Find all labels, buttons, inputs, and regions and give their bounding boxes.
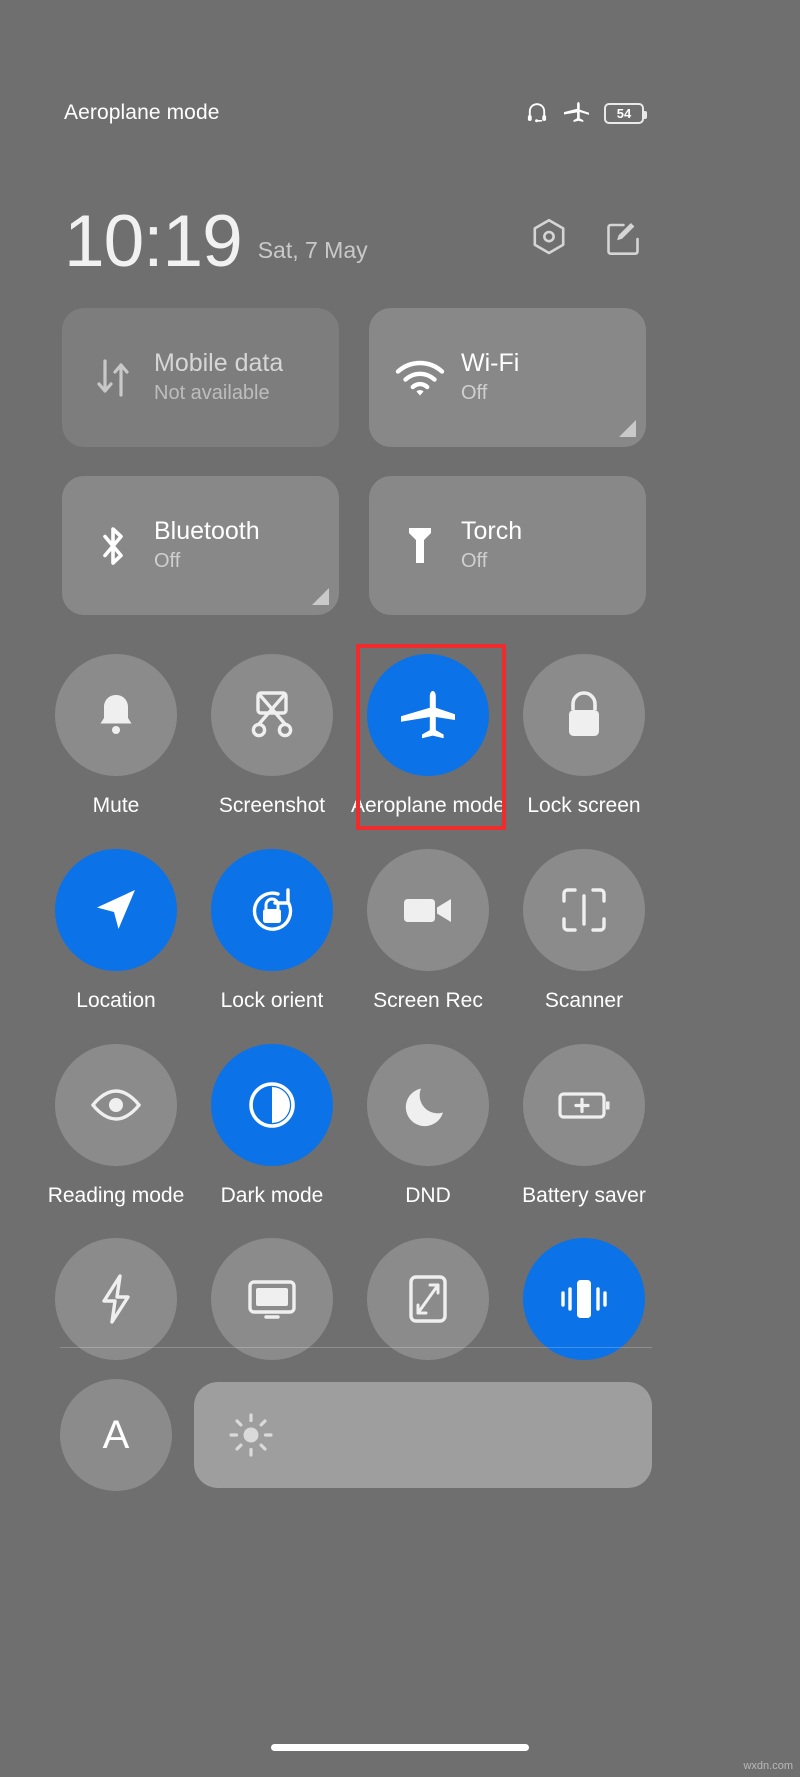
tile-title: Mobile data xyxy=(154,348,284,377)
brightness-slider[interactable] xyxy=(194,1382,652,1488)
watermark: wxdn.com xyxy=(743,1760,793,1772)
tile-subtitle: Off xyxy=(154,550,181,573)
padlock-icon xyxy=(562,688,606,742)
toggle-bubble[interactable] xyxy=(55,654,177,776)
headphones-icon xyxy=(525,101,549,125)
quick-settings-panel: Aeroplane mode 54 10:19 Sat, 7 May Mobil… xyxy=(0,0,800,1777)
toggle-reading-mode[interactable]: Reading mode xyxy=(38,1038,194,1233)
toggle-bubble[interactable] xyxy=(523,849,645,971)
tile-title: Bluetooth xyxy=(154,516,260,545)
screenshot-icon xyxy=(245,687,299,743)
battery-level: 54 xyxy=(616,105,632,121)
vibration-icon xyxy=(556,1273,612,1325)
resize-screen-icon xyxy=(405,1272,451,1326)
toggle-label: Screen Rec xyxy=(373,989,483,1012)
eye-icon xyxy=(87,1085,145,1125)
toggle-label: Scanner xyxy=(544,989,624,1012)
toggle-aeroplane-mode[interactable]: Aeroplane mode xyxy=(350,644,506,843)
scan-frame-icon xyxy=(558,884,610,936)
toggle-screen-rec[interactable]: Screen Rec xyxy=(350,843,506,1038)
section-divider xyxy=(60,1347,652,1348)
toggle-bubble[interactable] xyxy=(55,849,177,971)
toggle-bubble[interactable] xyxy=(367,1238,489,1360)
tile-bluetooth[interactable]: Bluetooth Off xyxy=(62,476,339,615)
toggle-bubble[interactable] xyxy=(55,1238,177,1360)
toggle-label: Screenshot xyxy=(218,794,326,817)
tile-title: Torch xyxy=(461,516,523,545)
toggle-battery-saver[interactable]: Battery saver xyxy=(506,1038,662,1233)
toggle-mute[interactable]: Mute xyxy=(38,648,194,843)
tile-subtitle: Not available xyxy=(154,382,270,405)
toggle-label: Reading mode xyxy=(47,1184,185,1207)
bluetooth-icon xyxy=(86,522,140,570)
clock-time[interactable]: 10:19 xyxy=(64,204,243,277)
toggle-label: Location xyxy=(76,989,156,1012)
toggle-bubble[interactable] xyxy=(523,654,645,776)
toggle-bubble[interactable] xyxy=(367,1044,489,1166)
toggle-label: Lock screen xyxy=(527,794,641,817)
torch-icon xyxy=(393,522,447,570)
data-transfer-icon xyxy=(86,355,140,401)
status-bar-title: Aeroplane mode xyxy=(64,101,220,124)
home-indicator[interactable] xyxy=(271,1744,529,1751)
toggle-bubble[interactable] xyxy=(211,1238,333,1360)
status-bar: Aeroplane mode 54 xyxy=(0,88,706,138)
toggle-label: Mute xyxy=(92,794,140,817)
toggle-dnd[interactable]: DND xyxy=(350,1038,506,1233)
toggle-bubble[interactable] xyxy=(367,654,489,776)
moon-icon xyxy=(403,1079,453,1131)
contrast-circle-icon xyxy=(245,1078,299,1132)
hexagon-settings-icon[interactable] xyxy=(530,218,568,260)
clock-actions xyxy=(530,218,642,260)
tile-expand-corner[interactable] xyxy=(619,420,636,437)
cast-screen-icon xyxy=(244,1275,300,1323)
tile-torch[interactable]: Torch Off xyxy=(369,476,646,615)
toggle-bubble[interactable] xyxy=(55,1044,177,1166)
tile-subtitle: Off xyxy=(461,382,488,405)
clock-row: 10:19 Sat, 7 May xyxy=(64,180,642,278)
airplane-icon xyxy=(563,101,590,125)
edit-pencil-icon[interactable] xyxy=(604,219,642,259)
bell-mute-icon xyxy=(91,688,141,742)
wifi-icon xyxy=(393,358,447,398)
toggle-bubble[interactable] xyxy=(523,1238,645,1360)
brightness-row: A xyxy=(60,1379,652,1491)
toggle-bubble[interactable] xyxy=(523,1044,645,1166)
toggle-location[interactable]: Location xyxy=(38,843,194,1038)
toggle-bubble[interactable] xyxy=(211,1044,333,1166)
tile-wifi[interactable]: Wi-Fi Off xyxy=(369,308,646,447)
lightning-bolt-icon xyxy=(96,1271,136,1327)
airplane-icon xyxy=(399,688,457,742)
battery-plus-icon xyxy=(555,1085,613,1125)
toggle-bubble[interactable] xyxy=(211,849,333,971)
toggle-lock-orientation[interactable]: Lock orient xyxy=(194,843,350,1038)
tile-mobile-data[interactable]: Mobile data Not available xyxy=(62,308,339,447)
tile-title: Wi-Fi xyxy=(461,348,520,377)
battery-icon: 54 xyxy=(604,102,647,124)
auto-brightness-button[interactable]: A xyxy=(60,1379,172,1491)
tile-subtitle: Off xyxy=(461,550,488,573)
toggle-lock-screen[interactable]: Lock screen xyxy=(506,648,662,843)
sun-brightness-icon xyxy=(228,1412,274,1458)
toggle-dark-mode[interactable]: Dark mode xyxy=(194,1038,350,1233)
rotation-lock-icon xyxy=(244,882,300,938)
camcorder-icon xyxy=(400,890,456,930)
status-bar-icons: 54 xyxy=(525,101,647,125)
toggle-grid: Mute Screenshot Aeroplane mode Lock scre… xyxy=(38,644,668,1233)
toggle-label: Dark mode xyxy=(220,1184,324,1207)
toggle-label: Battery saver xyxy=(522,1184,646,1207)
tile-grid: Mobile data Not available Wi-Fi Off Blue… xyxy=(62,308,646,615)
toggle-label: Lock orient xyxy=(220,989,324,1012)
tile-expand-corner[interactable] xyxy=(312,588,329,605)
toggle-bubble[interactable] xyxy=(211,654,333,776)
toggle-bubble[interactable] xyxy=(367,849,489,971)
location-arrow-icon xyxy=(90,884,142,936)
toggle-screenshot[interactable]: Screenshot xyxy=(194,648,350,843)
clock-date: Sat, 7 May xyxy=(257,237,368,263)
toggle-scanner[interactable]: Scanner xyxy=(506,843,662,1038)
auto-brightness-label: A xyxy=(102,1413,130,1457)
toggle-label: Aeroplane mode xyxy=(350,794,506,817)
toggle-label: DND xyxy=(405,1184,451,1207)
